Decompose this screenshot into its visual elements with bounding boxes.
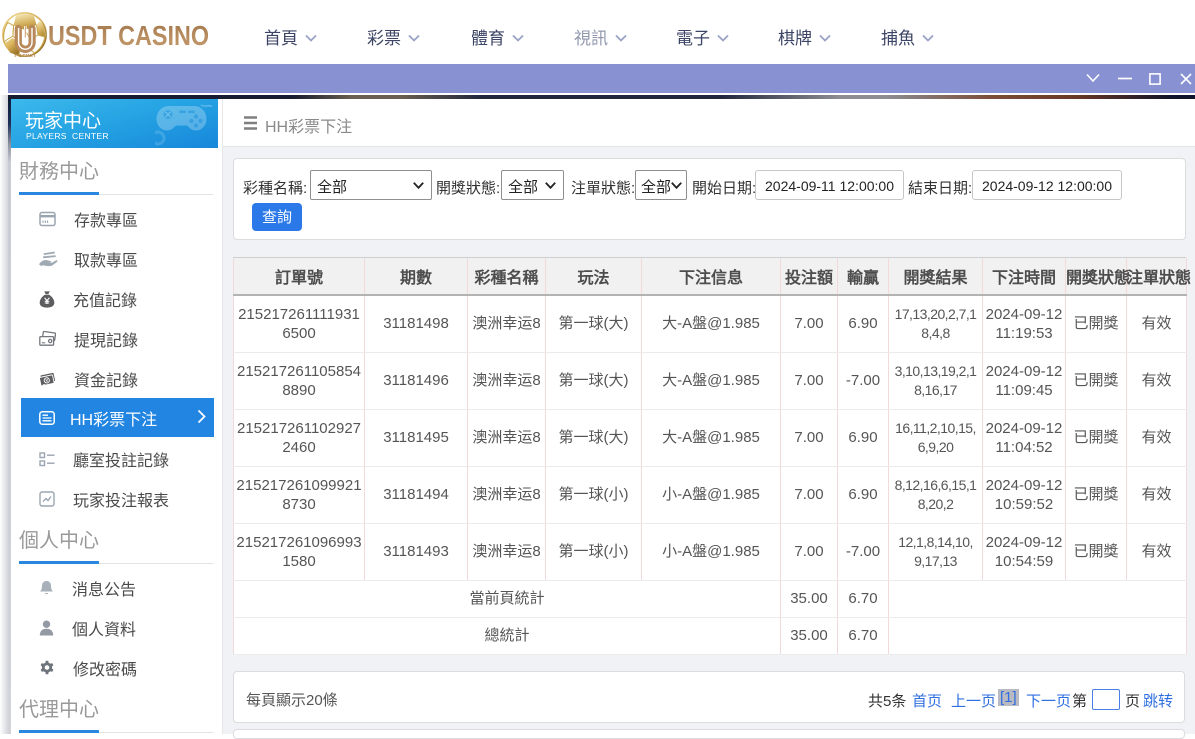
svg-text:CASINO: CASINO [15, 54, 36, 57]
